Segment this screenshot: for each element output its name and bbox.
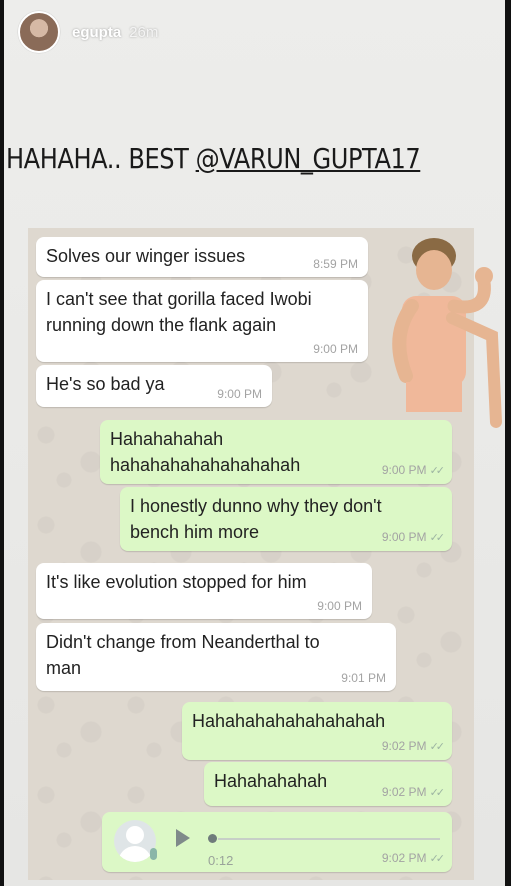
avatar-head xyxy=(126,826,144,844)
caption-text: HAHAHA.. BEST xyxy=(6,142,196,175)
double-check-icon: ✓✓ xyxy=(429,787,446,799)
message-text: I can't see that gorilla faced Iwobi run… xyxy=(46,289,312,335)
message-meta: 9:02 PM ✓✓ xyxy=(381,851,446,866)
voice-duration: 0:12 xyxy=(208,853,234,868)
message-time: 8:59 PM xyxy=(313,257,358,271)
story-view: egupta 26m HAHAHA.. BEST @VARUN_GUPTA17 … xyxy=(0,0,511,886)
caption-mention[interactable]: @VARUN_GUPTA17 xyxy=(196,142,421,175)
message-incoming: Didn't change from Neanderthal to man 9:… xyxy=(36,623,396,691)
message-text: Hahahahahahahahahah xyxy=(192,711,386,731)
message-text: It's like evolution stopped for him xyxy=(46,572,307,592)
username[interactable]: egupta xyxy=(72,24,121,41)
message-meta: 9:02 PM ✓✓ xyxy=(381,785,446,800)
story-header: egupta 26m xyxy=(18,11,159,53)
playback-track[interactable] xyxy=(218,838,440,840)
message-time: 9:00 PM xyxy=(381,530,427,544)
message-time: 9:00 PM xyxy=(217,387,262,401)
right-edge xyxy=(505,0,511,886)
message-time: 9:00 PM xyxy=(313,342,358,356)
mic-icon xyxy=(150,848,157,860)
message-incoming: Solves our winger issues 8:59 PM xyxy=(36,237,368,277)
message-time: 9:01 PM xyxy=(341,671,386,685)
message-text: Hahahahahah xyxy=(214,771,328,791)
message-meta: 9:00 PM ✓✓ xyxy=(381,463,446,478)
message-text: Solves our winger issues xyxy=(46,246,246,266)
double-check-icon: ✓✓ xyxy=(429,465,446,477)
message-outgoing: Hahahahahahahahahah 9:02 PM ✓✓ xyxy=(182,702,452,760)
message-text: Hahahahahah hahahahahahahahahah xyxy=(110,429,301,475)
story-caption: HAHAHA.. BEST @VARUN_GUPTA17 xyxy=(6,142,421,175)
avatar-body xyxy=(118,846,152,862)
message-text: He's so bad ya xyxy=(46,374,165,394)
voice-message: 0:12 9:02 PM ✓✓ xyxy=(102,812,452,872)
message-outgoing: Hahahahahah 9:02 PM ✓✓ xyxy=(204,762,452,806)
story-time: 26m xyxy=(129,23,159,41)
message-incoming: It's like evolution stopped for him 9:00… xyxy=(36,563,372,619)
message-outgoing: I honestly dunno why they don't bench hi… xyxy=(120,487,452,551)
double-check-icon: ✓✓ xyxy=(429,532,446,544)
playback-scrubber[interactable] xyxy=(208,834,217,843)
sticker-boy-illustration xyxy=(392,238,502,428)
message-time: 9:02 PM xyxy=(381,851,427,865)
message-time: 9:02 PM xyxy=(381,739,427,753)
double-check-icon: ✓✓ xyxy=(429,741,446,753)
message-text: I honestly dunno why they don't bench hi… xyxy=(130,496,382,542)
message-time: 9:00 PM xyxy=(317,599,362,613)
double-check-icon: ✓✓ xyxy=(429,853,446,865)
message-meta: 9:00 PM ✓✓ xyxy=(381,530,446,545)
message-time: 9:00 PM xyxy=(381,463,427,477)
message-meta: 9:02 PM ✓✓ xyxy=(381,739,446,754)
message-text: Didn't change from Neanderthal to man xyxy=(46,632,320,678)
message-incoming: I can't see that gorilla faced Iwobi run… xyxy=(36,280,368,362)
play-icon[interactable] xyxy=(176,829,190,847)
profile-avatar[interactable] xyxy=(18,11,60,53)
message-time: 9:02 PM xyxy=(381,785,427,799)
message-incoming: He's so bad ya 9:00 PM xyxy=(36,365,272,407)
left-edge xyxy=(0,0,4,886)
